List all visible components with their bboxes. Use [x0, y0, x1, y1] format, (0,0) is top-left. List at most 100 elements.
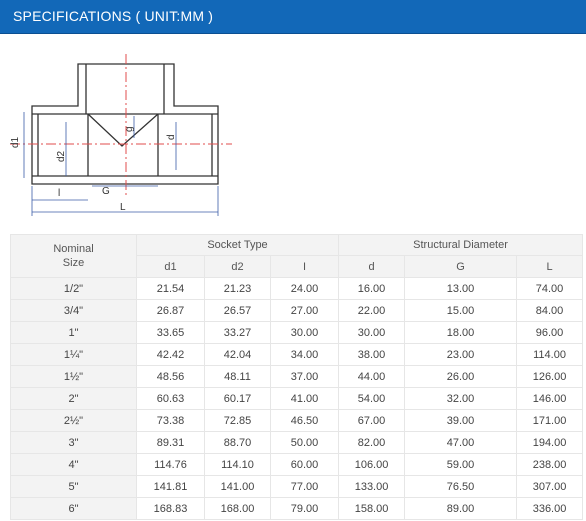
tee-body: [31, 63, 219, 185]
value-cell: 47.00: [404, 431, 518, 454]
value-cell: 42.42: [136, 343, 205, 366]
value-cell: 37.00: [269, 365, 340, 388]
value-cell: 26.87: [136, 299, 205, 322]
label-d1: d1: [10, 136, 21, 148]
value-cell: 22.00: [338, 299, 406, 322]
value-cell: 59.00: [404, 453, 518, 476]
value-cell: 13.00: [404, 277, 518, 300]
table-row: 1¼" 42.42 42.04 34.00 38.00 23.00 114.00: [10, 343, 584, 366]
size-cell: 1": [10, 321, 137, 344]
value-cell: 18.00: [404, 321, 518, 344]
column-header: I: [269, 255, 340, 278]
value-cell: 96.00: [516, 321, 584, 344]
value-cell: 82.00: [338, 431, 406, 454]
value-cell: 79.00: [269, 497, 340, 520]
label-d: d: [166, 134, 177, 140]
value-cell: 114.10: [204, 453, 271, 476]
value-cell: 307.00: [516, 475, 584, 498]
size-cell: 5": [10, 475, 137, 498]
value-cell: 88.70: [204, 431, 271, 454]
value-cell: 133.00: [338, 475, 406, 498]
value-cell: 38.00: [338, 343, 406, 366]
value-cell: 33.65: [136, 321, 205, 344]
value-cell: 171.00: [516, 409, 584, 432]
size-cell: 4": [10, 453, 137, 476]
value-cell: 48.56: [136, 365, 205, 388]
value-cell: 73.38: [136, 409, 205, 432]
label-L: L: [120, 202, 126, 213]
table-row: 4" 114.76 114.10 60.00 106.00 59.00 238.00: [10, 453, 584, 476]
value-cell: 15.00: [404, 299, 518, 322]
value-cell: 39.00: [404, 409, 518, 432]
table-row: 3/4" 26.87 26.57 27.00 22.00 15.00 84.00: [10, 299, 584, 322]
size-cell: 3/4": [10, 299, 137, 322]
value-cell: 89.31: [136, 431, 205, 454]
value-cell: 141.81: [136, 475, 205, 498]
value-cell: 33.27: [204, 321, 271, 344]
column-header: d2: [204, 255, 271, 278]
header-structural-diameter: Structural Diameter: [338, 234, 584, 256]
value-cell: 44.00: [338, 365, 406, 388]
label-g-lower: g: [124, 126, 135, 132]
value-cell: 194.00: [516, 431, 584, 454]
value-cell: 60.00: [269, 453, 340, 476]
table-row: 3" 89.31 88.70 50.00 82.00 47.00 194.00: [10, 431, 584, 454]
column-header: d: [338, 255, 406, 278]
column-header: G: [404, 255, 518, 278]
size-cell: 1½": [10, 365, 137, 388]
value-cell: 168.00: [204, 497, 271, 520]
size-cell: 6": [10, 497, 137, 520]
table-row: 2" 60.63 60.17 41.00 54.00 32.00 146.00: [10, 387, 584, 410]
center-lines: [10, 54, 232, 196]
value-cell: 42.04: [204, 343, 271, 366]
table-row: 6" 168.83 168.00 79.00 158.00 89.00 336.00: [10, 497, 584, 520]
value-cell: 48.11: [204, 365, 271, 388]
size-cell: 2": [10, 387, 137, 410]
size-cell: 3": [10, 431, 137, 454]
specifications-table: Nominal Size Socket Type Structural Diam…: [10, 234, 584, 520]
label-G: G: [102, 186, 110, 197]
value-cell: 60.17: [204, 387, 271, 410]
column-header: L: [516, 255, 584, 278]
table-row: 5" 141.81 141.00 77.00 133.00 76.50 307.00: [10, 475, 584, 498]
value-cell: 54.00: [338, 387, 406, 410]
value-cell: 24.00: [269, 277, 340, 300]
size-cell: 1¼": [10, 343, 137, 366]
value-cell: 168.83: [136, 497, 205, 520]
tee-fitting-diagram: d1 d2 g d l G L: [10, 54, 232, 216]
column-header: d1: [136, 255, 205, 278]
value-cell: 26.57: [204, 299, 271, 322]
value-cell: 50.00: [269, 431, 340, 454]
value-cell: 89.00: [404, 497, 518, 520]
size-cell: 1/2": [10, 277, 137, 300]
value-cell: 76.50: [404, 475, 518, 498]
value-cell: 27.00: [269, 299, 340, 322]
page-title: SPECIFICATIONS ( UNIT:MM ): [13, 8, 214, 24]
value-cell: 21.23: [204, 277, 271, 300]
value-cell: 72.85: [204, 409, 271, 432]
value-cell: 146.00: [516, 387, 584, 410]
header-bar: SPECIFICATIONS ( UNIT:MM ): [0, 0, 586, 34]
value-cell: 114.00: [516, 343, 584, 366]
value-cell: 26.00: [404, 365, 518, 388]
value-cell: 114.76: [136, 453, 205, 476]
table-row: 2½" 73.38 72.85 46.50 67.00 39.00 171.00: [10, 409, 584, 432]
value-cell: 141.00: [204, 475, 271, 498]
value-cell: 34.00: [269, 343, 340, 366]
value-cell: 336.00: [516, 497, 584, 520]
value-cell: 238.00: [516, 453, 584, 476]
value-cell: 126.00: [516, 365, 584, 388]
value-cell: 21.54: [136, 277, 205, 300]
table-row: 1½" 48.56 48.11 37.00 44.00 26.00 126.00: [10, 365, 584, 388]
value-cell: 106.00: [338, 453, 406, 476]
table-body: 1/2" 21.54 21.23 24.00 16.00 13.00 74.00 3/4" 26…: [10, 277, 584, 520]
value-cell: 60.63: [136, 387, 205, 410]
value-cell: 41.00: [269, 387, 340, 410]
header-socket-type: Socket Type: [135, 234, 340, 256]
value-cell: 84.00: [516, 299, 584, 322]
table-row: 1/2" 21.54 21.23 24.00 16.00 13.00 74.00: [10, 277, 584, 300]
value-cell: 158.00: [338, 497, 406, 520]
value-cell: 16.00: [338, 277, 406, 300]
value-cell: 67.00: [338, 409, 406, 432]
label-l-lower: l: [58, 188, 60, 199]
